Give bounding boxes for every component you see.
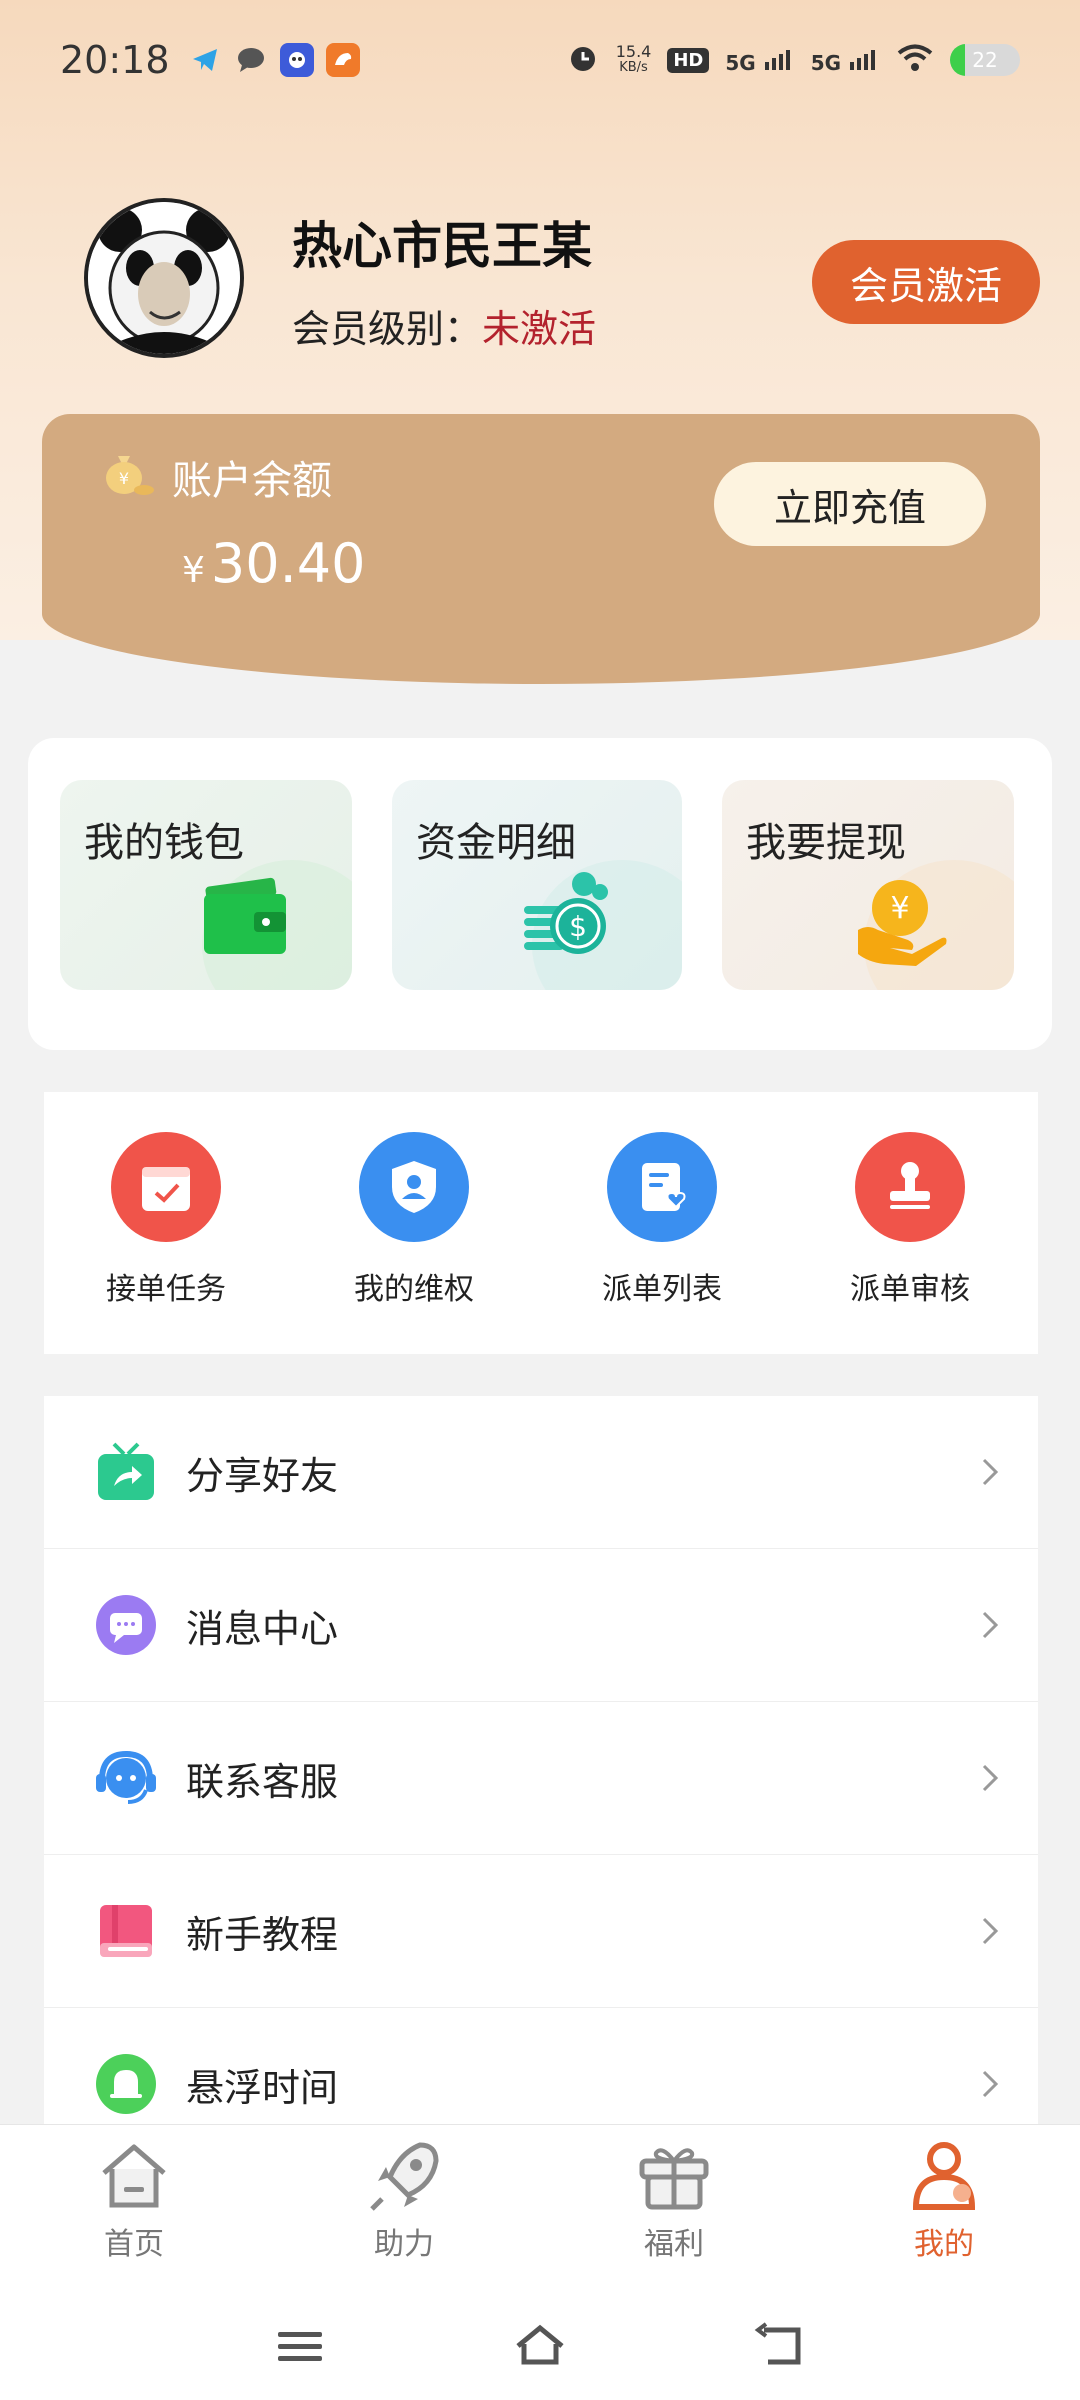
calendar-check-icon (111, 1132, 221, 1242)
wallet-card-label: 我的钱包 (84, 820, 244, 866)
menu-item-contact-support[interactable]: 联系客服 (44, 1702, 1038, 1855)
menu-label: 新手教程 (186, 1912, 339, 1957)
gift-icon (639, 2148, 709, 2210)
user-name: 热心市民王某 (292, 217, 592, 275)
signal-bars-icon (850, 49, 875, 70)
book-icon (94, 1899, 158, 1963)
menu-list: 分享好友 消息中心 联系客服 新手教程 悬浮时间 (44, 1396, 1038, 2126)
recharge-button[interactable]: 立即充值 (714, 462, 986, 546)
chevron-right-icon (972, 1454, 1008, 1490)
task-accept-orders[interactable]: 接单任务 (66, 1132, 266, 1308)
menu-label: 联系客服 (186, 1759, 339, 1804)
battery-indicator: 22 (950, 44, 1020, 76)
signal-5g-2: 5G (811, 46, 880, 75)
status-right-group: 15.4 KB/s HD 5G 5G 22 (566, 41, 1020, 79)
funds-detail-card[interactable]: 资金明细 $ (392, 780, 682, 990)
share-gift-icon (94, 1440, 158, 1504)
chevron-right-icon (972, 2066, 1008, 2102)
network-speed-unit: KB/s (619, 60, 648, 75)
task-label: 派单列表 (602, 1272, 722, 1307)
task-dispatch-review[interactable]: 派单审核 (810, 1132, 1010, 1308)
coins-icon: $ (520, 866, 616, 966)
sim1-label: 5G (725, 50, 756, 75)
headset-icon (94, 1746, 158, 1810)
menu-item-message-center[interactable]: 消息中心 (44, 1549, 1038, 1702)
nav-home[interactable]: 首页 (44, 2137, 224, 2263)
nav-label: 助力 (374, 2227, 434, 2262)
network-speed: 15.4 KB/s (616, 44, 652, 76)
home-icon (102, 2144, 166, 2208)
game-app-icon (279, 43, 314, 77)
task-label: 派单审核 (850, 1272, 970, 1307)
wallet-icon (202, 872, 288, 962)
svg-text:¥: ¥ (890, 891, 909, 926)
withdraw-card[interactable]: 我要提现 ¥ (722, 780, 1014, 990)
stamp-icon (855, 1132, 965, 1242)
withdraw-icon: ¥ (854, 874, 950, 974)
nav-welfare[interactable]: 福利 (584, 2137, 764, 2263)
back-icon[interactable] (750, 2316, 810, 2376)
menu-icon[interactable] (270, 2316, 330, 2376)
avatar[interactable] (84, 198, 244, 358)
svg-text:$: $ (569, 910, 587, 943)
chevron-right-icon (972, 1760, 1008, 1796)
network-speed-value: 15.4 (615, 42, 652, 61)
menu-item-float-time[interactable]: 悬浮时间 (44, 2008, 1038, 2126)
home-button-icon[interactable] (510, 2316, 570, 2376)
menu-label: 分享好友 (186, 1453, 339, 1498)
wifi-icon (896, 43, 934, 77)
menu-label: 悬浮时间 (186, 2065, 339, 2110)
system-nav-bar (0, 2290, 1080, 2400)
shield-user-icon (359, 1132, 469, 1242)
member-level-status: 未激活 (482, 307, 597, 351)
telegram-icon (188, 43, 222, 77)
bell-icon (94, 2052, 158, 2116)
signal-bars-icon (764, 49, 790, 70)
currency-symbol: ¥ (182, 550, 205, 591)
wallet-card[interactable]: 我的钱包 (60, 780, 352, 990)
hd-icon: HD (667, 47, 710, 73)
task-dispatch-list[interactable]: 派单列表 (562, 1132, 762, 1308)
bird-app-icon (325, 43, 360, 77)
money-bag-icon: ¥ (100, 444, 156, 500)
menu-label: 消息中心 (186, 1606, 339, 1651)
svg-text:¥: ¥ (119, 469, 129, 488)
chevron-right-icon (972, 1913, 1008, 1949)
task-label: 我的维权 (354, 1272, 474, 1307)
nav-label: 福利 (644, 2227, 704, 2262)
menu-item-share-friends[interactable]: 分享好友 (44, 1396, 1038, 1549)
alarm-icon (566, 41, 600, 79)
sim2-label: 5G (810, 50, 842, 75)
wallet-section: 我的钱包 资金明细 $ 我要提现 ¥ (28, 738, 1052, 1050)
withdraw-label: 我要提现 (746, 820, 906, 866)
activate-membership-button[interactable]: 会员激活 (812, 240, 1040, 324)
bottom-nav: 首页 助力 福利 我的 (0, 2124, 1080, 2290)
funds-detail-label: 资金明细 (416, 820, 576, 866)
chevron-right-icon (972, 1607, 1008, 1643)
balance-value: 30.40 (210, 532, 366, 595)
document-heart-icon (607, 1132, 717, 1242)
nav-label: 首页 (104, 2227, 164, 2262)
rocket-icon (370, 2142, 439, 2211)
balance-card: ¥ 账户余额 ¥30.40 立即充值 (42, 414, 1040, 684)
task-grid: 接单任务 我的维权 派单列表 派单审核 (44, 1092, 1038, 1354)
status-bar: 20:18 15.4 KB/s HD 5G 5G 22 (0, 0, 1080, 120)
battery-level: 22 (972, 48, 998, 72)
balance-label: 账户余额 (172, 458, 332, 504)
task-my-rights[interactable]: 我的维权 (314, 1132, 514, 1308)
member-level-label: 会员级别： (292, 307, 483, 351)
member-level: 会员级别：未激活 (292, 298, 596, 353)
status-time: 20:18 (60, 38, 170, 82)
balance-amount: ¥30.40 (182, 532, 366, 595)
message-icon (94, 1593, 158, 1657)
nav-mine[interactable]: 我的 (854, 2137, 1034, 2263)
signal-5g-1: 5G (725, 46, 794, 75)
user-icon (912, 2142, 976, 2210)
task-label: 接单任务 (106, 1272, 226, 1307)
menu-item-beginner-tutorial[interactable]: 新手教程 (44, 1855, 1038, 2008)
nav-label: 我的 (914, 2227, 974, 2262)
nav-boost[interactable]: 助力 (314, 2137, 494, 2263)
chat-bubble-icon (234, 43, 268, 77)
